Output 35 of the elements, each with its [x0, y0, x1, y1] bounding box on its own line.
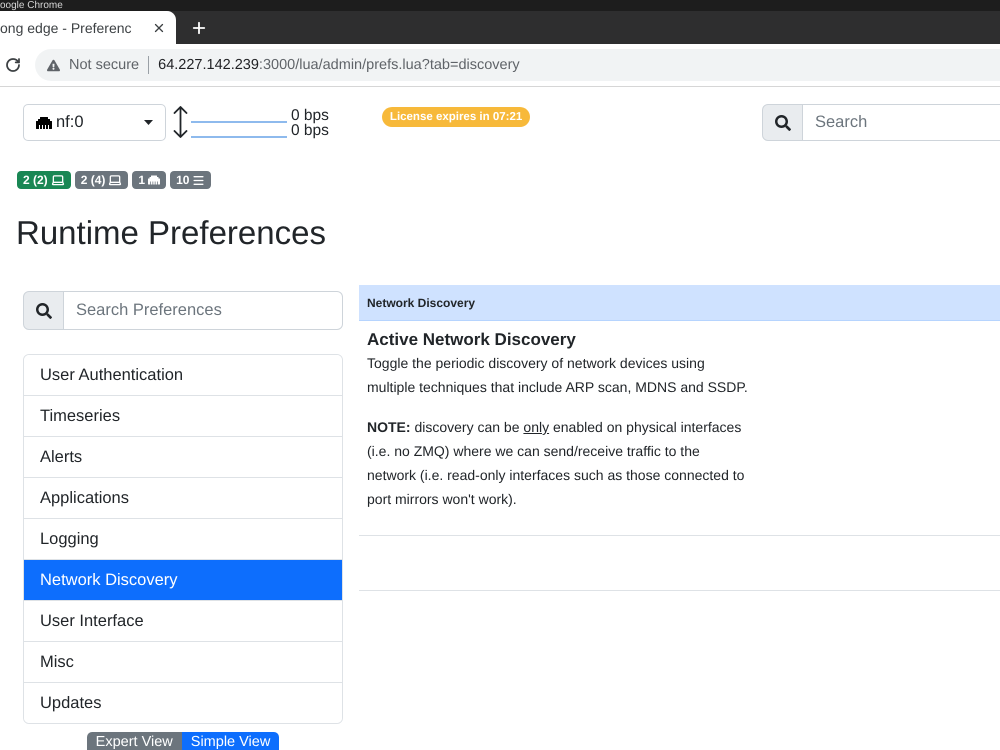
upload-rate: 0 bps	[291, 108, 329, 123]
laptop-icon	[108, 173, 122, 187]
interface-select[interactable]: nf:0	[23, 104, 166, 141]
search-field[interactable]: Search	[803, 104, 1000, 141]
status-badge[interactable]: 10	[170, 171, 212, 189]
status-badge[interactable]: 2 (4)	[74, 171, 128, 189]
ethernet-icon	[148, 174, 160, 186]
setting-description: Toggle the periodic discovery of network devices using multiple techniques that include ARP scan, MDNS and SSDP.	[367, 354, 749, 397]
search-icon	[774, 114, 790, 130]
search-field[interactable]: Search Preferences	[64, 291, 343, 330]
list-icon	[192, 174, 206, 186]
url-text: 64.227.142.239:3000/lua/admin/prefs.lua?tab=discovery	[158, 57, 520, 73]
caret-icon	[144, 120, 153, 125]
download-rate: 0 bps	[291, 123, 329, 138]
security-label: Not secure	[69, 57, 140, 73]
search-icon	[36, 302, 52, 318]
up-down-arrow-icon	[173, 106, 188, 138]
sidebar-item[interactable]: Network Discovery	[24, 559, 342, 600]
note-text: NOTE: discovery can be only enabled on physical interfaces (i.e. no ZMQ) where we can send/receive traffic to the network (i.e. read-only interfaces such as those connected to port mirrors won't work).	[367, 418, 746, 509]
window-title: oogle Chrome	[0, 0, 63, 11]
warning-icon	[47, 58, 60, 72]
status-badge[interactable]: 1	[132, 171, 166, 189]
setting-title: Active Network Discovery	[367, 329, 576, 351]
browser-tab[interactable]: ong edge - Preferenc	[0, 11, 176, 44]
reload-icon[interactable]	[5, 57, 21, 73]
page-title: Runtime Preferences	[16, 213, 326, 253]
section-header: Network Discovery	[359, 285, 1000, 321]
ethernet-icon	[36, 114, 52, 130]
status-badge[interactable]: 2 (2)	[17, 171, 71, 189]
sidebar-item[interactable]: Updates	[24, 682, 342, 723]
view-button[interactable]: Simple View	[182, 732, 280, 750]
view-button[interactable]: Expert View	[86, 732, 182, 750]
laptop-icon	[50, 173, 65, 187]
address-bar[interactable]: Not secure 64.227.142.239:3000/lua/admin/prefs.lua?tab=discovery	[35, 49, 1000, 81]
license-badge: License expires in 07:21	[382, 107, 530, 127]
